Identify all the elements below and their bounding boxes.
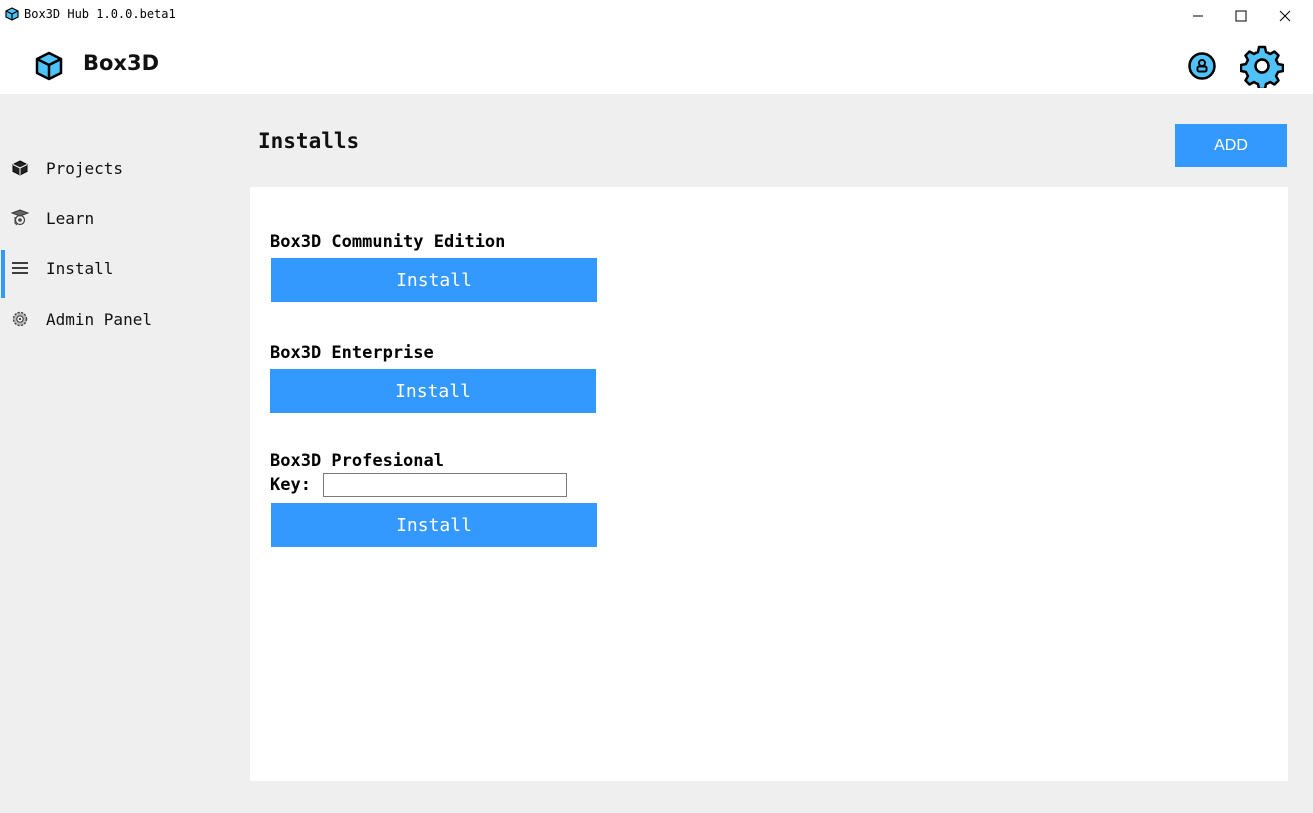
sidebar-item-learn[interactable]: Learn: [0, 199, 240, 237]
sidebar: Projects Learn Install Admin Panel: [0, 94, 240, 813]
section-title: Box3D Enterprise: [270, 343, 434, 363]
sidebar-item-label: Learn: [46, 208, 95, 228]
maximize-icon: [1235, 10, 1247, 22]
sidebar-item-label: Install: [46, 258, 114, 278]
install-professional-button[interactable]: Install: [271, 503, 597, 547]
close-icon: [1279, 10, 1291, 22]
brand-name: Box3D: [83, 51, 160, 75]
install-section-community: Box3D Community Edition Install: [270, 232, 597, 302]
install-section-professional: Box3D Profesional Key: Install: [270, 451, 597, 547]
sidebar-item-install[interactable]: Install: [0, 249, 240, 298]
close-button[interactable]: [1262, 0, 1308, 32]
window-title: Box3D Hub 1.0.0.beta1: [24, 7, 176, 21]
key-input[interactable]: [322, 473, 567, 497]
minimize-icon: [1193, 15, 1203, 17]
active-indicator: [1, 250, 5, 298]
install-section-enterprise: Box3D Enterprise Install: [270, 343, 596, 413]
sidebar-item-label: Projects: [46, 158, 124, 178]
cube-icon: [5, 7, 19, 21]
sidebar-item-label: Admin Panel: [46, 309, 152, 329]
section-title: Box3D Community Edition: [270, 232, 506, 252]
minimize-button[interactable]: [1175, 0, 1221, 32]
main-area: Projects Learn Install Admin Panel Insta…: [0, 94, 1313, 813]
installs-panel: Box3D Community Edition Install Box3D En…: [250, 187, 1288, 781]
page-title: Installs: [258, 129, 360, 153]
gear-icon[interactable]: [1240, 44, 1284, 88]
maximize-button[interactable]: [1218, 0, 1264, 32]
key-row: Key:: [270, 473, 597, 497]
title-bar: Box3D Hub 1.0.0.beta1: [0, 0, 1313, 32]
account-icon[interactable]: [1187, 51, 1217, 81]
section-title: Box3D Profesional: [270, 451, 444, 471]
sidebar-item-projects[interactable]: Projects: [0, 149, 240, 187]
graduation-icon: [10, 208, 30, 228]
cube-icon: [35, 51, 63, 81]
app-header: Box3D: [0, 32, 1313, 94]
key-label: Key:: [270, 475, 311, 495]
install-community-button[interactable]: Install: [271, 258, 597, 302]
install-enterprise-button[interactable]: Install: [270, 369, 596, 413]
sidebar-item-admin-panel[interactable]: Admin Panel: [0, 300, 240, 338]
cog-icon: [10, 309, 30, 329]
menu-icon: [10, 258, 30, 278]
cube-icon: [10, 158, 30, 178]
add-button[interactable]: ADD: [1175, 124, 1287, 167]
